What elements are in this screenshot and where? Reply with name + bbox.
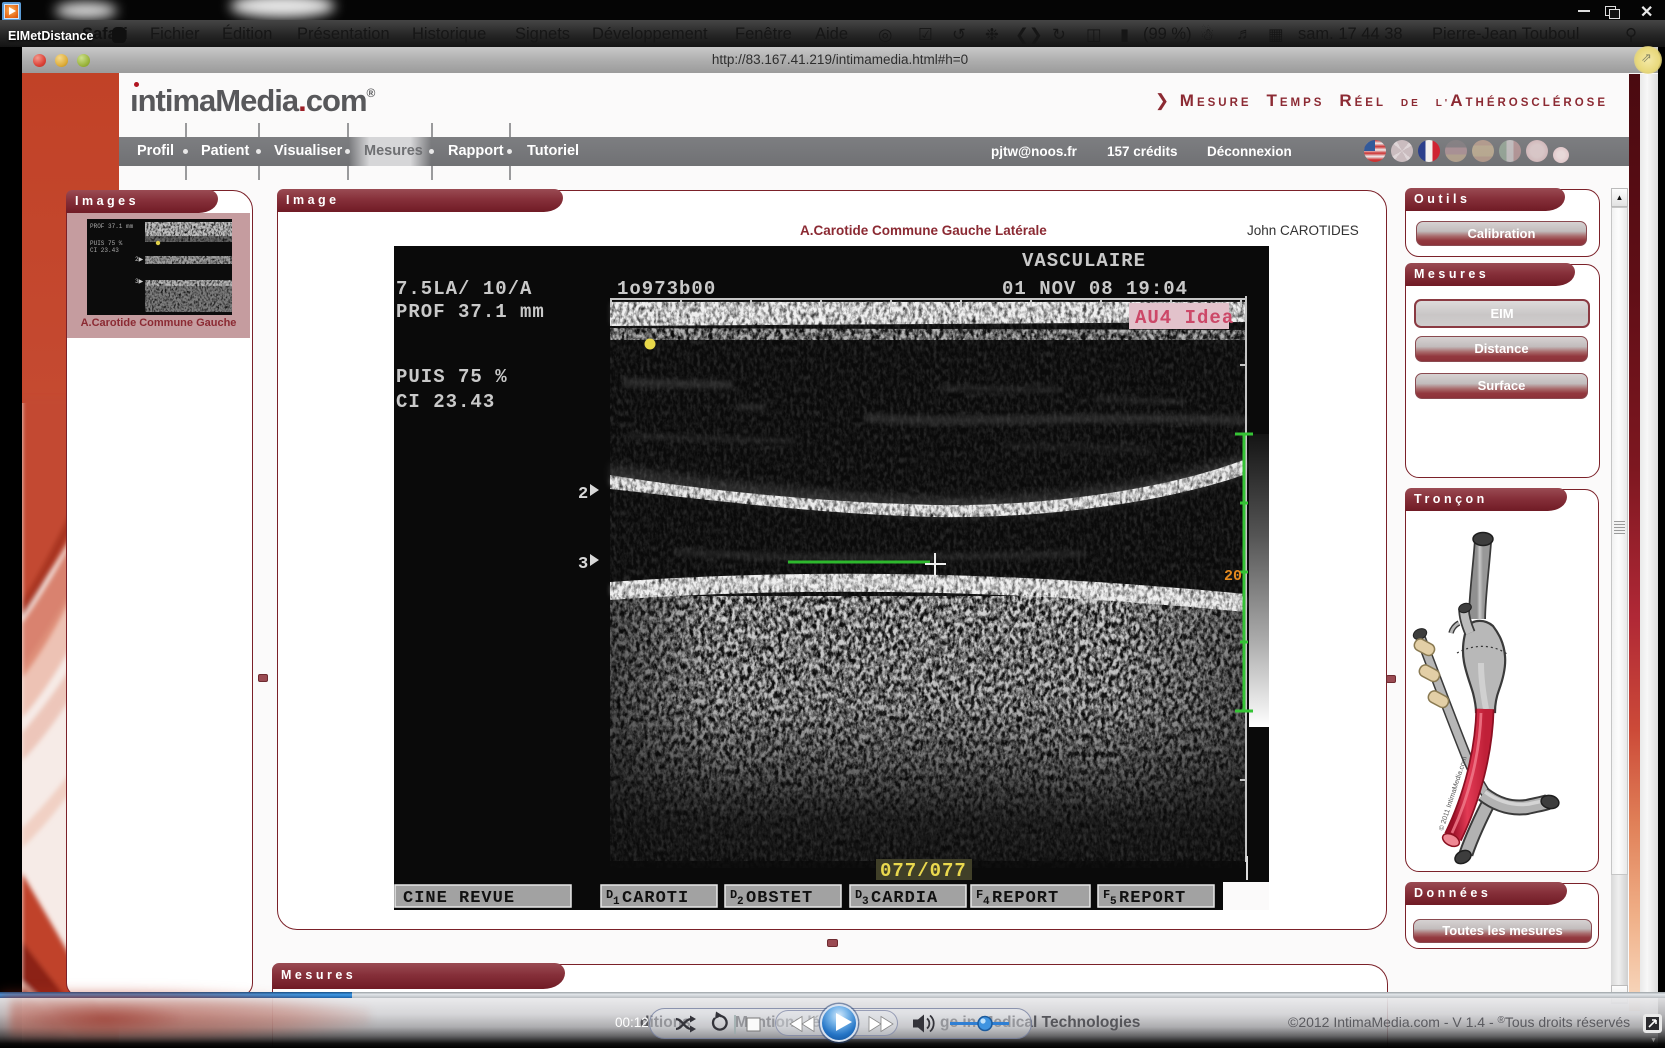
- svg-text:1o973b00: 1o973b00: [617, 278, 716, 300]
- svg-text:PROF 37.1 mm: PROF 37.1 mm: [396, 301, 545, 323]
- svg-text:3▶: 3▶: [135, 278, 144, 285]
- svg-text:2▶: 2▶: [135, 256, 144, 263]
- svg-text:2: 2: [737, 896, 745, 908]
- svg-text:OBSTET: OBSTET: [746, 889, 813, 908]
- svg-text:3: 3: [578, 555, 588, 574]
- svg-text:CARDIA: CARDIA: [871, 889, 938, 908]
- svg-text:4: 4: [983, 896, 991, 908]
- svg-text:20: 20: [1224, 568, 1242, 585]
- svg-text:CINE REVUE: CINE REVUE: [403, 889, 515, 908]
- svg-text:PROF 37.1 mm: PROF 37.1 mm: [90, 223, 134, 230]
- svg-text:REPORT: REPORT: [1119, 889, 1186, 908]
- svg-text:01 NOV 08 19:04: 01 NOV 08 19:04: [1002, 278, 1188, 300]
- svg-text:2: 2: [578, 485, 588, 504]
- svg-text:PUIS 75 %: PUIS 75 %: [396, 366, 508, 388]
- svg-text:CAROTI: CAROTI: [622, 889, 689, 908]
- svg-text:5: 5: [1110, 896, 1118, 908]
- svg-text:VASCULAIRE: VASCULAIRE: [1022, 250, 1146, 272]
- svg-text:1: 1: [613, 896, 621, 908]
- svg-text:REPORT: REPORT: [992, 889, 1059, 908]
- svg-text:7.5LA/ 10/A: 7.5LA/ 10/A: [396, 278, 532, 300]
- svg-text:CI 23.43: CI 23.43: [90, 247, 119, 254]
- svg-text:AU4 Idea: AU4 Idea: [1135, 307, 1234, 329]
- svg-text:CI 23.43: CI 23.43: [396, 391, 495, 413]
- svg-text:3: 3: [862, 896, 870, 908]
- svg-text:077/077: 077/077: [880, 860, 967, 882]
- svg-text:PUIS 75 %: PUIS 75 %: [90, 240, 123, 247]
